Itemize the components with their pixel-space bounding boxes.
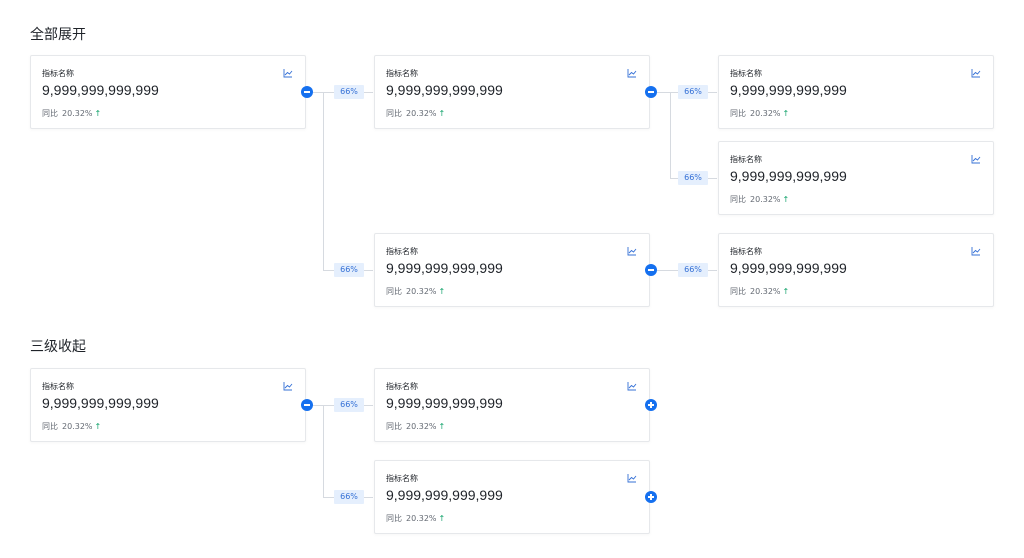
connector-line [670, 92, 671, 178]
up-arrow-icon: ↑ [782, 287, 790, 296]
metric-card-level3[interactable]: 指标名称 9,999,999,999,999 同比 20.32% ↑ [718, 55, 994, 129]
metric-name: 指标名称 [730, 155, 762, 164]
yoy-value: 20.32% [406, 287, 437, 296]
line-chart-icon[interactable] [627, 381, 637, 391]
up-arrow-icon: ↑ [438, 422, 446, 431]
yoy-value: 20.32% [406, 422, 437, 431]
yoy-value: 20.32% [750, 287, 781, 296]
yoy-row: 同比 20.32% ↑ [730, 194, 789, 205]
line-chart-icon[interactable] [283, 68, 293, 78]
ratio-badge: 66% [678, 171, 708, 185]
ratio-badge: 66% [334, 263, 364, 277]
yoy-label: 同比 [730, 195, 746, 204]
up-arrow-icon: ↑ [94, 109, 102, 118]
metric-value: 9,999,999,999,999 [730, 82, 847, 98]
line-chart-icon[interactable] [283, 381, 293, 391]
metric-card-level2[interactable]: 指标名称 9,999,999,999,999 同比 20.32% ↑ [374, 368, 650, 442]
yoy-value: 20.32% [62, 422, 93, 431]
ratio-badge: 66% [678, 263, 708, 277]
line-chart-icon[interactable] [971, 154, 981, 164]
line-chart-icon[interactable] [971, 246, 981, 256]
yoy-row: 同比 20.32% ↑ [42, 108, 101, 119]
yoy-row: 同比 20.32% ↑ [386, 513, 445, 524]
minus-circle-icon[interactable] [645, 264, 657, 276]
yoy-label: 同比 [386, 109, 402, 118]
plus-circle-icon[interactable] [645, 491, 657, 503]
up-arrow-icon: ↑ [438, 109, 446, 118]
ratio-badge: 66% [334, 398, 364, 412]
ratio-badge: 66% [678, 85, 708, 99]
connector-line [323, 92, 324, 270]
yoy-value: 20.32% [750, 109, 781, 118]
metric-value: 9,999,999,999,999 [386, 82, 503, 98]
yoy-row: 同比 20.32% ↑ [730, 286, 789, 297]
up-arrow-icon: ↑ [782, 195, 790, 204]
metric-value: 9,999,999,999,999 [386, 487, 503, 503]
yoy-value: 20.32% [406, 514, 437, 523]
yoy-label: 同比 [386, 514, 402, 523]
up-arrow-icon: ↑ [94, 422, 102, 431]
yoy-row: 同比 20.32% ↑ [386, 108, 445, 119]
section-title-level3-collapsed: 三级收起 [30, 339, 86, 355]
yoy-value: 20.32% [62, 109, 93, 118]
metric-value: 9,999,999,999,999 [386, 260, 503, 276]
minus-circle-icon[interactable] [301, 399, 313, 411]
metric-value: 9,999,999,999,999 [386, 395, 503, 411]
metric-card-level3[interactable]: 指标名称 9,999,999,999,999 同比 20.32% ↑ [718, 141, 994, 215]
line-chart-icon[interactable] [971, 68, 981, 78]
metric-value: 9,999,999,999,999 [730, 260, 847, 276]
line-chart-icon[interactable] [627, 68, 637, 78]
line-chart-icon[interactable] [627, 246, 637, 256]
metric-card-level3[interactable]: 指标名称 9,999,999,999,999 同比 20.32% ↑ [718, 233, 994, 307]
metric-card-level2[interactable]: 指标名称 9,999,999,999,999 同比 20.32% ↑ [374, 460, 650, 534]
yoy-row: 同比 20.32% ↑ [730, 108, 789, 119]
yoy-row: 同比 20.32% ↑ [386, 421, 445, 432]
up-arrow-icon: ↑ [782, 109, 790, 118]
line-chart-icon[interactable] [627, 473, 637, 483]
metric-name: 指标名称 [386, 474, 418, 483]
metric-name: 指标名称 [386, 247, 418, 256]
yoy-label: 同比 [42, 422, 58, 431]
metric-value: 9,999,999,999,999 [730, 168, 847, 184]
yoy-label: 同比 [386, 422, 402, 431]
up-arrow-icon: ↑ [438, 514, 446, 523]
yoy-value: 20.32% [406, 109, 437, 118]
ratio-badge: 66% [334, 490, 364, 504]
metric-card-level2[interactable]: 指标名称 9,999,999,999,999 同比 20.32% ↑ [374, 55, 650, 129]
metric-card-level1[interactable]: 指标名称 9,999,999,999,999 同比 20.32% ↑ [30, 368, 306, 442]
metric-name: 指标名称 [42, 69, 74, 78]
metric-card-level2[interactable]: 指标名称 9,999,999,999,999 同比 20.32% ↑ [374, 233, 650, 307]
up-arrow-icon: ↑ [438, 287, 446, 296]
metric-value: 9,999,999,999,999 [42, 82, 159, 98]
metric-card-level1[interactable]: 指标名称 9,999,999,999,999 同比 20.32% ↑ [30, 55, 306, 129]
metric-name: 指标名称 [42, 382, 74, 391]
yoy-row: 同比 20.32% ↑ [42, 421, 101, 432]
metric-name: 指标名称 [730, 247, 762, 256]
ratio-badge: 66% [334, 85, 364, 99]
metric-name: 指标名称 [386, 69, 418, 78]
yoy-label: 同比 [386, 287, 402, 296]
yoy-label: 同比 [730, 109, 746, 118]
yoy-value: 20.32% [750, 195, 781, 204]
yoy-row: 同比 20.32% ↑ [386, 286, 445, 297]
minus-circle-icon[interactable] [301, 86, 313, 98]
minus-circle-icon[interactable] [645, 86, 657, 98]
section-title-expand-all: 全部展开 [30, 27, 86, 43]
metric-name: 指标名称 [386, 382, 418, 391]
connector-line [323, 405, 324, 497]
yoy-label: 同比 [730, 287, 746, 296]
metric-value: 9,999,999,999,999 [42, 395, 159, 411]
yoy-label: 同比 [42, 109, 58, 118]
metric-name: 指标名称 [730, 69, 762, 78]
plus-circle-icon[interactable] [645, 399, 657, 411]
